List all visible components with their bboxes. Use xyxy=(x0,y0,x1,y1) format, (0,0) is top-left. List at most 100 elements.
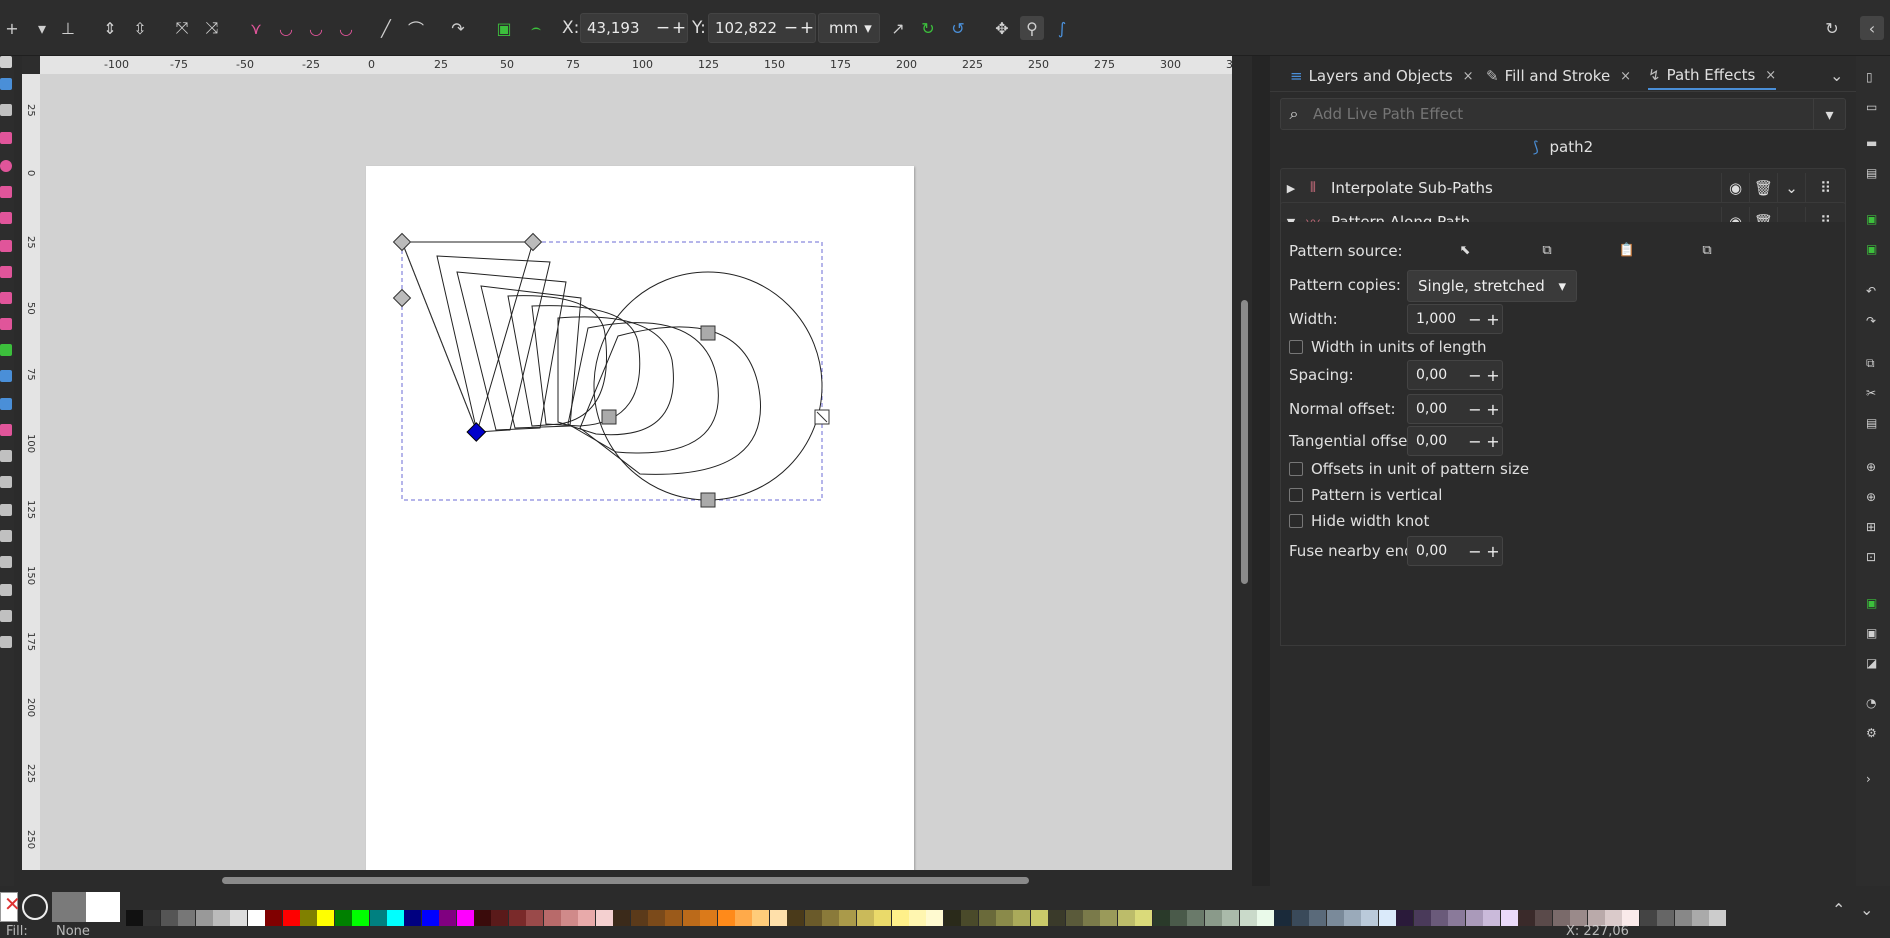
width-increment-button[interactable]: + xyxy=(1484,310,1502,329)
width-field[interactable]: − + xyxy=(1407,304,1503,334)
color-swatch[interactable] xyxy=(1692,910,1709,926)
selected-node-handle[interactable] xyxy=(466,422,487,442)
color-swatch[interactable] xyxy=(178,910,196,926)
open-icon[interactable]: ▭ xyxy=(1866,100,1880,114)
color-swatch[interactable] xyxy=(508,910,526,926)
zoom-tool-icon[interactable] xyxy=(0,610,12,622)
color-swatch[interactable] xyxy=(874,910,892,926)
path-drawing[interactable] xyxy=(40,74,1232,870)
normal-offset-input[interactable] xyxy=(1408,401,1466,417)
color-swatch[interactable] xyxy=(595,910,613,926)
gray-swatch[interactable] xyxy=(52,892,86,922)
color-swatch[interactable] xyxy=(334,910,352,926)
checkbox-box[interactable] xyxy=(1289,462,1303,476)
color-swatch[interactable] xyxy=(265,910,283,926)
color-swatch[interactable] xyxy=(665,910,683,926)
palette-menu-icon[interactable]: ⌄ xyxy=(1860,900,1873,919)
color-swatch[interactable] xyxy=(1396,910,1414,926)
color-swatch[interactable] xyxy=(1657,910,1675,926)
color-swatch[interactable] xyxy=(1100,910,1118,926)
color-swatch[interactable] xyxy=(1065,910,1083,926)
color-swatch[interactable] xyxy=(1274,910,1292,926)
color-swatch[interactable] xyxy=(769,910,787,926)
color-swatch[interactable] xyxy=(543,910,561,926)
drawing-canvas[interactable] xyxy=(40,74,1232,870)
collapse-panel-icon[interactable]: ‹ xyxy=(1860,16,1884,40)
node-handle[interactable] xyxy=(392,232,412,252)
dock-resize-handle[interactable] xyxy=(1252,56,1270,886)
color-swatch[interactable] xyxy=(160,910,178,926)
color-swatch[interactable] xyxy=(143,910,161,926)
color-swatch[interactable] xyxy=(1187,910,1205,926)
spacing-input[interactable] xyxy=(1408,367,1466,383)
spray-tool-icon[interactable] xyxy=(0,476,12,488)
color-swatch[interactable] xyxy=(1170,910,1187,926)
color-swatch[interactable] xyxy=(943,910,961,926)
expand-arrow-icon[interactable]: ▶ xyxy=(1281,182,1301,195)
join-segment-icon[interactable]: ⤧ xyxy=(170,16,194,40)
color-swatch[interactable] xyxy=(1639,910,1657,926)
path-nodes[interactable] xyxy=(392,232,830,508)
x-increment-button[interactable]: + xyxy=(671,18,687,38)
color-swatch[interactable] xyxy=(1152,910,1170,926)
duplicate-icon[interactable]: ⊡ xyxy=(1866,550,1880,564)
effect-menu-chevron-icon[interactable]: ⌄ xyxy=(1777,173,1805,203)
y-decrement-button[interactable]: − xyxy=(783,18,799,38)
redo-icon[interactable]: ↷ xyxy=(1866,314,1880,328)
circle-tool-icon[interactable] xyxy=(0,160,12,172)
color-swatch[interactable] xyxy=(1674,910,1692,926)
undo-icon[interactable]: ↶ xyxy=(1866,284,1880,298)
copy-icon[interactable]: ⧉ xyxy=(1866,356,1880,370)
color-swatch[interactable] xyxy=(996,910,1013,926)
text-dialog-icon[interactable]: ◔ xyxy=(1866,696,1880,710)
color-swatch[interactable] xyxy=(421,910,439,926)
color-swatch[interactable] xyxy=(474,910,491,926)
spiral-tool-icon[interactable] xyxy=(0,240,12,252)
color-swatch[interactable] xyxy=(1709,910,1727,926)
color-swatch[interactable] xyxy=(961,910,979,926)
normal-offset-increment-button[interactable]: + xyxy=(1484,400,1502,419)
color-swatch[interactable] xyxy=(1535,910,1553,926)
measure-tool-icon[interactable] xyxy=(0,584,12,596)
link-to-path-icon[interactable]: ⧉ xyxy=(1695,238,1719,262)
color-swatch[interactable] xyxy=(926,910,944,926)
box-3d-tool-icon[interactable] xyxy=(0,212,12,224)
color-swatch[interactable] xyxy=(1222,910,1240,926)
color-swatch[interactable] xyxy=(1483,910,1501,926)
color-swatch[interactable] xyxy=(387,910,404,926)
color-swatch[interactable] xyxy=(526,910,544,926)
tab-fill-and-stroke[interactable]: ✎ Fill and Stroke × xyxy=(1486,62,1631,90)
tab-path-effects[interactable]: ↯ Path Effects × xyxy=(1648,62,1777,90)
fill-stroke-dialog-icon[interactable]: ◪ xyxy=(1866,656,1880,670)
auto-smooth-node-icon[interactable]: ◡ xyxy=(334,16,358,40)
color-swatch[interactable] xyxy=(1083,910,1100,926)
color-swatch[interactable] xyxy=(1326,910,1344,926)
color-swatch[interactable] xyxy=(839,910,857,926)
lpe-search-input[interactable] xyxy=(1307,105,1813,123)
curve-segment-icon[interactable]: ⌒ xyxy=(404,16,428,40)
ungroup-icon[interactable]: ▣ xyxy=(1866,626,1880,640)
rect-tool-icon[interactable] xyxy=(0,132,12,144)
color-swatch[interactable] xyxy=(1378,910,1396,926)
fuse-field[interactable]: − + xyxy=(1407,536,1503,566)
edit-clip-icon[interactable]: ⌢ xyxy=(524,16,548,40)
bottom-handle[interactable] xyxy=(700,492,716,508)
color-swatch[interactable] xyxy=(1448,910,1466,926)
paste-icon[interactable]: ▤ xyxy=(1866,416,1880,430)
width-decrement-button[interactable]: − xyxy=(1466,310,1484,329)
color-swatch[interactable] xyxy=(700,910,718,926)
connector-tool-icon[interactable] xyxy=(0,530,12,542)
color-swatch[interactable] xyxy=(1048,910,1066,926)
show-transform-handles-icon[interactable]: ✥ xyxy=(990,16,1014,40)
fuse-increment-button[interactable]: + xyxy=(1484,542,1502,561)
tangential-offset-decrement-button[interactable]: − xyxy=(1466,432,1484,451)
text-tool-icon[interactable] xyxy=(0,344,12,356)
hide-width-knot-checkbox[interactable]: Hide width knot xyxy=(1289,512,1429,530)
color-swatch[interactable] xyxy=(317,910,335,926)
lpe-list-dropdown-icon[interactable]: ▾ xyxy=(1813,99,1845,129)
tangential-offset-input[interactable] xyxy=(1408,433,1466,449)
export-icon[interactable]: ▣ xyxy=(1866,242,1880,256)
calligraphy-tool-icon[interactable] xyxy=(0,318,12,330)
more-commands-icon[interactable]: › xyxy=(1866,772,1880,786)
vertical-scrollbar[interactable] xyxy=(1241,300,1248,584)
